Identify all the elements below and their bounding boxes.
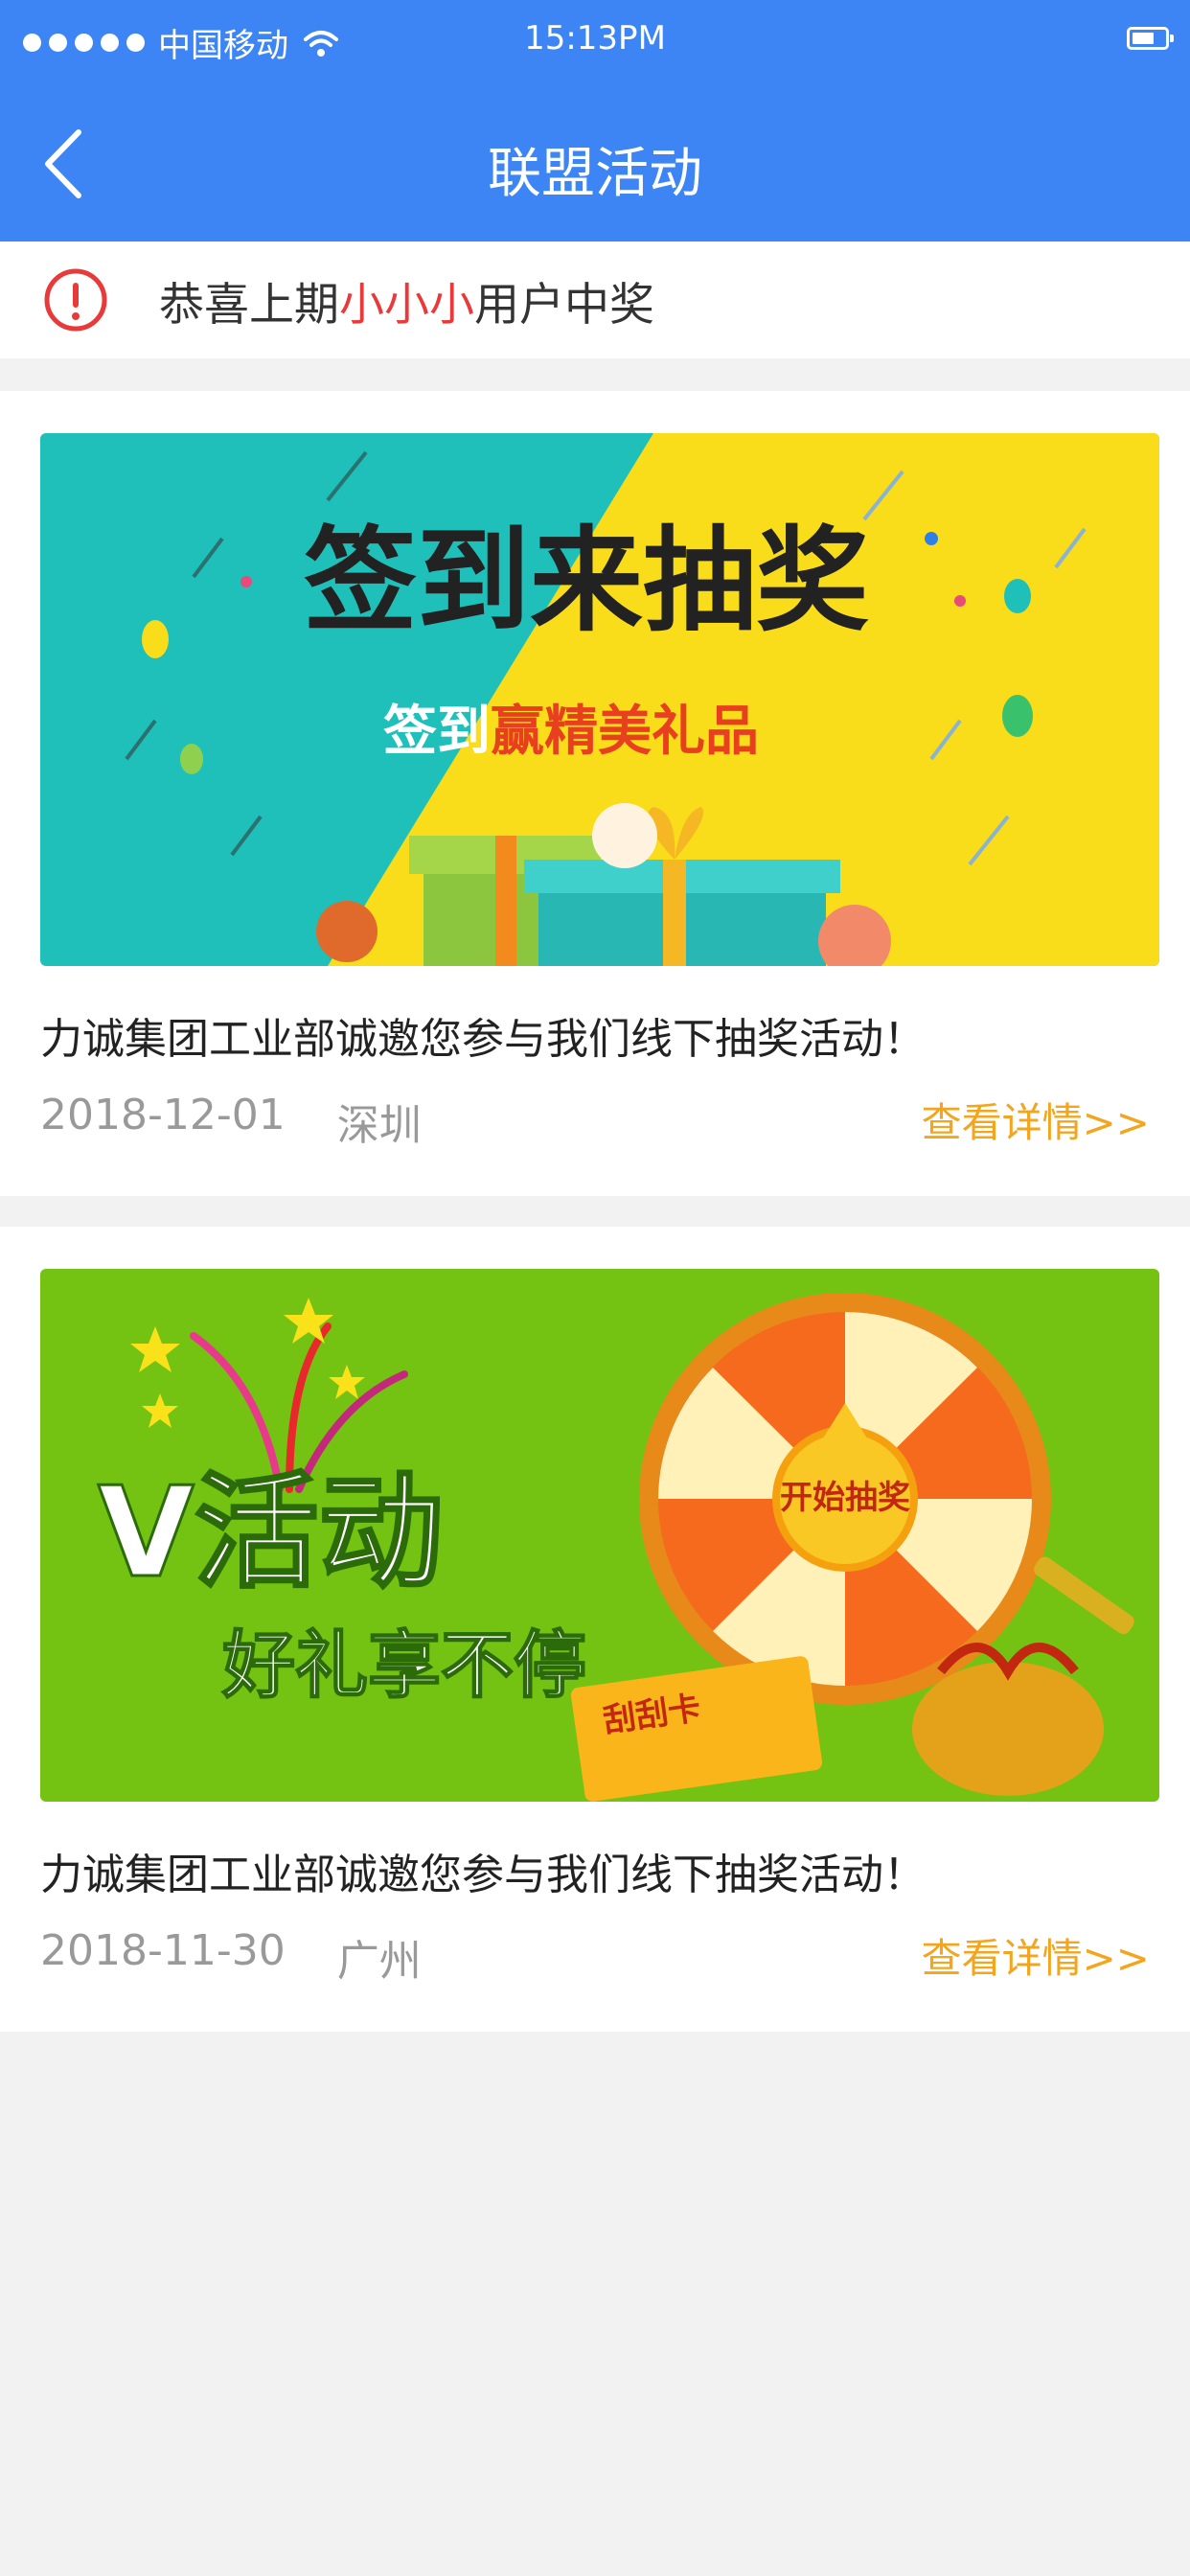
banner-sub-white: 签到 [383,701,491,763]
banner-image: 签到来抽奖 签到 赢精美礼品 [40,433,1159,966]
character-icon [316,901,378,962]
banner-headline: V活动 [98,1460,444,1605]
activity-card[interactable]: V活动 好礼享不停 开始抽奖 刮刮卡 力诚集团工业部诚邀您参与我们线下抽奖活动！… [0,1227,1190,2032]
notice-text: 恭喜上期小小小用户中奖 [159,267,654,334]
notice-suffix: 用户中奖 [474,278,654,332]
banner-sub: 好礼享不停 [221,1622,586,1708]
gift-bag-icon [912,1662,1104,1796]
notice-winner: 小小小 [339,278,474,332]
banner-sub-red: 赢精美礼品 [491,701,759,763]
character-icon [592,803,657,868]
battery-icon [1127,27,1174,50]
activity-title: 力诚集团工业部诚邀您参与我们线下抽奖活动！ [40,1015,926,1064]
prize-wheel-icon: 开始抽奖 [639,1293,1051,1705]
activity-city: 广州 [336,1937,422,1986]
view-details-link[interactable]: 查看详情>> [922,1926,1150,1985]
banner-headline: 签到来抽奖 [304,515,869,647]
activity-banner[interactable]: 签到来抽奖 签到 赢精美礼品 [40,433,1159,966]
activity-date: 2018-12-01 [40,1091,286,1139]
activity-meta: 2018-12-01 深圳 [40,1091,422,1152]
notice-prefix: 恭喜上期 [159,278,339,332]
status-bar: 中国移动 15:13PM [0,0,1190,82]
winner-notice: 恭喜上期小小小用户中奖 [0,242,1190,358]
activity-card[interactable]: 签到来抽奖 签到 赢精美礼品 力诚集团工业部诚邀您参与我们线下抽奖活动！ 201… [0,391,1190,1196]
activity-city: 深圳 [336,1101,422,1150]
activity-date: 2018-11-30 [40,1926,286,1975]
page-title: 联盟活动 [488,143,702,205]
alert-icon [44,268,107,332]
activity-banner[interactable]: V活动 好礼享不停 开始抽奖 刮刮卡 [40,1269,1159,1802]
activity-meta: 2018-11-30 广州 [40,1926,422,1988]
status-time: 15:13PM [524,19,666,58]
view-details-link[interactable]: 查看详情>> [922,1091,1150,1149]
activity-title: 力诚集团工业部诚邀您参与我们线下抽奖活动！ [40,1851,926,1899]
wheel-center-label: 开始抽奖 [780,1479,910,1517]
banner-image: V活动 好礼享不停 开始抽奖 刮刮卡 [40,1269,1159,1802]
nav-bar: 联盟活动 [0,82,1190,242]
